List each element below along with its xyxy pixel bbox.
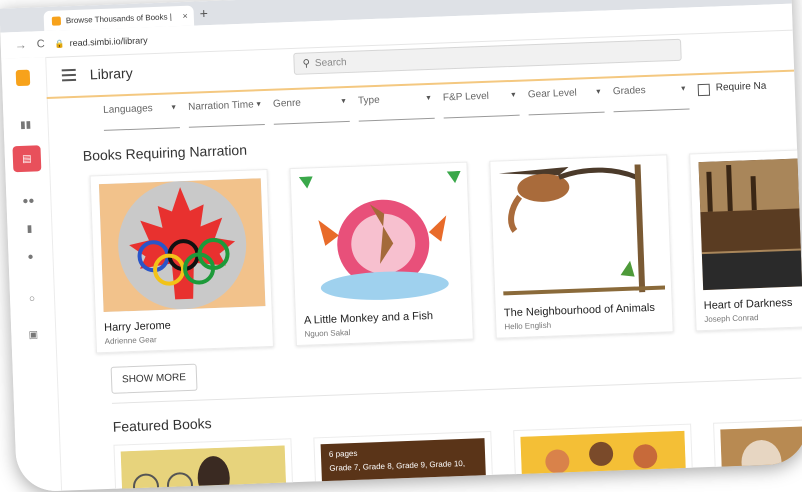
- reload-icon[interactable]: C: [37, 38, 45, 50]
- page-count-badge: 6 pages: [328, 448, 358, 459]
- caret-down-icon: ▼: [170, 104, 178, 112]
- new-tab-button[interactable]: +: [199, 5, 208, 21]
- require-label: Require Na: [715, 80, 767, 94]
- filter-narration-time[interactable]: Narration Time ▼: [187, 99, 265, 128]
- show-more-button[interactable]: SHOW MORE: [110, 363, 198, 394]
- book-card[interactable]: Harry Jerome Adrienne Gear: [89, 168, 274, 354]
- book-icon[interactable]: ▮: [7, 223, 51, 236]
- require-narration-toggle[interactable]: Require Na: [697, 80, 768, 109]
- help-icon[interactable]: ○: [10, 293, 54, 306]
- featured-book-card[interactable]: [713, 416, 802, 484]
- section-divider: [111, 377, 802, 404]
- page-title: Library: [89, 64, 133, 83]
- book-card[interactable]: A Little Monkey and a Fish Nguon Sakal: [289, 161, 474, 347]
- search-placeholder: Search: [314, 56, 347, 69]
- book-cover-image: [498, 163, 666, 298]
- filter-label: Grades: [612, 85, 646, 98]
- hamburger-icon[interactable]: [61, 68, 77, 85]
- tab-close-icon[interactable]: ×: [182, 11, 188, 21]
- featured-cover-image: [720, 423, 802, 484]
- caret-down-icon: ▼: [594, 88, 602, 96]
- section-title-featured: Featured Books: [112, 415, 212, 435]
- filter-languages[interactable]: Languages ▼: [102, 102, 180, 131]
- left-rail: ▮▮ ▤ ●● ▮ ● ○ ▣: [1, 56, 63, 492]
- caret-down-icon: ▼: [339, 97, 348, 106]
- featured-book-card[interactable]: [113, 438, 294, 492]
- filter-genre[interactable]: Genre ▼: [272, 95, 350, 125]
- filter-grades[interactable]: Grades ▼: [612, 83, 690, 113]
- filter-label: Genre: [272, 97, 302, 110]
- people-icon[interactable]: ●●: [6, 195, 50, 208]
- book-cover-image: [98, 178, 266, 313]
- stats-icon[interactable]: ▮▮: [4, 119, 48, 132]
- tab-title: Browse Thousands of Books |: [65, 11, 172, 25]
- featured-cover-image: [120, 445, 287, 492]
- filter-label: F&P Level: [442, 90, 490, 104]
- filter-type[interactable]: Type ▼: [357, 92, 435, 122]
- filter-label: Languages: [102, 103, 153, 116]
- chat-icon[interactable]: ●: [8, 251, 52, 264]
- search-icon: ⚲: [302, 57, 311, 70]
- book-card[interactable]: The Neighbourhood of Animals Hello Engli…: [489, 154, 674, 339]
- filter-gear-level[interactable]: Gear Level ▼: [527, 86, 605, 116]
- lock-icon: 🔒: [54, 38, 65, 49]
- book-cover-image: [698, 156, 802, 291]
- book-title: Heart of Darkness: [703, 296, 793, 313]
- section-title-narration: Books Requiring Narration: [82, 141, 248, 164]
- featured-book-card[interactable]: [513, 423, 694, 491]
- caret-down-icon: ▼: [679, 85, 687, 93]
- caret-down-icon: ▼: [424, 94, 433, 103]
- book-author: Nguon Sakal: [304, 328, 351, 339]
- book-author: Hello English: [504, 320, 552, 332]
- library-nav-icon[interactable]: ▤: [12, 145, 42, 173]
- caret-down-icon: ▼: [509, 91, 518, 100]
- featured-cover-image: [520, 430, 687, 491]
- book-cover-image: [298, 170, 466, 305]
- favicon-icon: [51, 15, 62, 26]
- filter-fp-level[interactable]: F&P Level ▼: [442, 89, 520, 119]
- simbi-logo-icon[interactable]: [15, 69, 31, 87]
- caret-down-icon: ▼: [255, 101, 263, 109]
- book-author: Adrienne Gear: [104, 335, 157, 347]
- narration-book-list: Harry Jerome Adrienne Gear A Little Monk…: [89, 146, 802, 354]
- book-card[interactable]: Heart of Darkness Joseph Conrad: [689, 146, 802, 332]
- checkbox-icon[interactable]: [697, 83, 711, 97]
- url-text[interactable]: read.simbi.io/library: [69, 35, 147, 48]
- filter-label: Gear Level: [527, 87, 578, 101]
- back-arrow-icon[interactable]: →: [14, 38, 27, 52]
- filter-label: Narration Time: [187, 99, 254, 113]
- featured-book-list: 6 pages Grade 7, Grade 8, Grade 9, Grade…: [113, 415, 802, 492]
- app-window: Browse Thousands of Books | × + → C 🔒 re…: [0, 0, 802, 492]
- grades-label: Grade 7, Grade 8, Grade 9, Grade 10,: [329, 458, 466, 473]
- settings-icon[interactable]: ▣: [11, 329, 55, 342]
- filter-label: Type: [357, 94, 380, 107]
- featured-cover-image: 6 pages Grade 7, Grade 8, Grade 9, Grade…: [320, 438, 487, 492]
